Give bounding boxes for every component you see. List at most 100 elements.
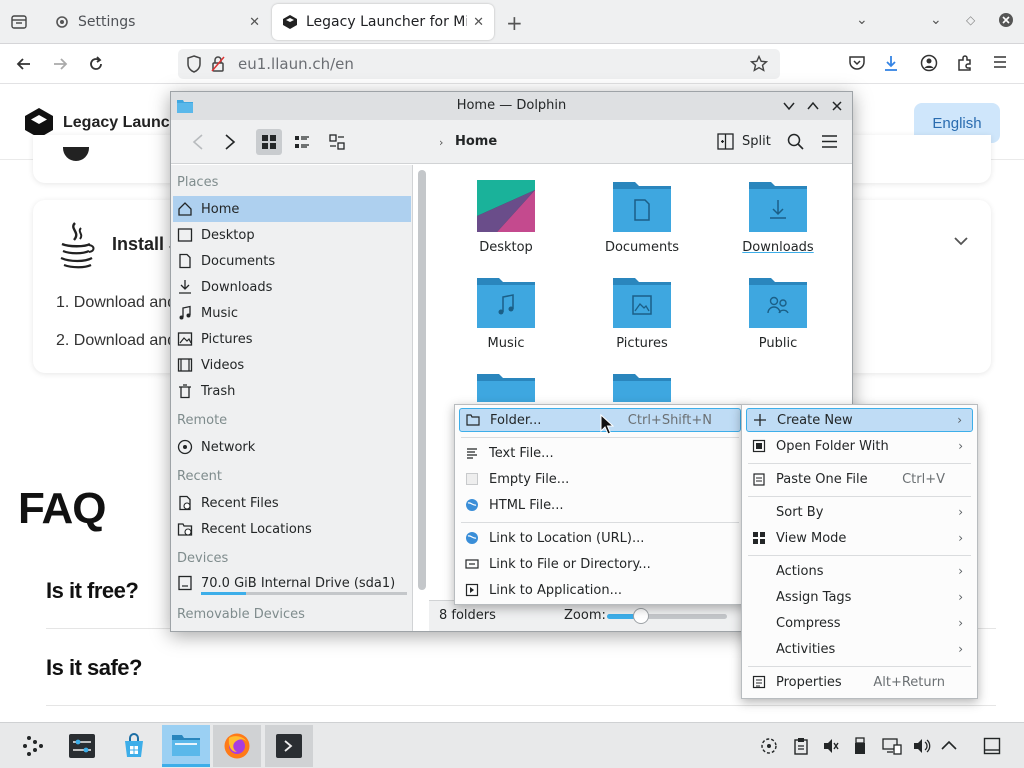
volume-muted-tray-icon[interactable]: [822, 737, 840, 755]
tray-expand-chevron-icon[interactable]: [940, 737, 958, 755]
display-tray-icon[interactable]: [882, 737, 902, 755]
menu-item-paste-one-file[interactable]: Paste One File Ctrl+V: [746, 467, 973, 491]
places-item-recent-locations[interactable]: Recent Locations: [173, 516, 411, 542]
view-mode-icon: [752, 531, 766, 545]
menu-item-link-app[interactable]: Link to Application...: [459, 578, 741, 602]
insecure-lock-icon[interactable]: [210, 55, 226, 73]
menu-item-assign-tags[interactable]: Assign Tags ›: [746, 585, 973, 609]
url-bar[interactable]: eu1.llaun.ch/en: [178, 49, 780, 79]
places-item-network[interactable]: Network: [173, 434, 411, 460]
tab-settings[interactable]: Settings ✕: [44, 4, 270, 40]
network-tray-icon[interactable]: [760, 737, 778, 755]
split-button-label[interactable]: Split: [742, 134, 771, 149]
places-item-music[interactable]: Music: [173, 300, 411, 326]
places-item-downloads[interactable]: Downloads: [173, 274, 411, 300]
file-item-videos[interactable]: [582, 372, 702, 402]
places-item-desktop[interactable]: Desktop: [173, 222, 411, 248]
reload-icon[interactable]: [86, 54, 106, 74]
menu-item-view-mode[interactable]: View Mode ›: [746, 526, 973, 550]
menu-item-properties[interactable]: Properties Alt+Return: [746, 670, 973, 694]
split-view-icon[interactable]: [717, 133, 734, 150]
chevron-down-icon[interactable]: [953, 236, 969, 246]
downloads-icon[interactable]: [882, 54, 900, 72]
forward-arrow-icon[interactable]: [50, 54, 70, 74]
tab-legacy-launcher[interactable]: Legacy Launcher for Minecraft ✕: [272, 4, 494, 40]
places-scrollbar[interactable]: [418, 170, 426, 590]
menu-item-empty-file[interactable]: Empty File...: [459, 467, 741, 491]
compact-view-button[interactable]: [289, 129, 315, 155]
url-text: eu1.llaun.ch/en: [238, 55, 354, 73]
show-desktop-icon[interactable]: [983, 737, 1001, 755]
konsole-taskbar-button[interactable]: [265, 725, 313, 767]
new-tab-button[interactable]: +: [506, 11, 523, 35]
bookmark-star-icon[interactable]: [750, 55, 768, 73]
file-item-templates[interactable]: [446, 372, 566, 402]
audio-tray-icon[interactable]: [912, 737, 932, 755]
menu-item-html-file[interactable]: HTML File...: [459, 493, 741, 517]
forward-button[interactable]: [217, 129, 243, 155]
clipboard-tray-icon[interactable]: [793, 737, 809, 755]
file-item-desktop[interactable]: Desktop: [446, 180, 566, 255]
menu-item-create-new[interactable]: Create New ›: [746, 408, 973, 432]
firefox-taskbar-button[interactable]: [213, 725, 261, 767]
tab-overflow-chevron-icon[interactable]: ⌄: [856, 12, 868, 28]
places-item-videos[interactable]: Videos: [173, 352, 411, 378]
zoom-slider-handle[interactable]: [633, 608, 649, 624]
system-settings-taskbar-icon[interactable]: [58, 725, 106, 767]
discover-store-icon[interactable]: [110, 725, 158, 767]
extensions-icon[interactable]: [956, 54, 974, 72]
pocket-icon[interactable]: [848, 54, 866, 72]
places-item-home[interactable]: Home: [173, 196, 411, 222]
menu-separator: [748, 666, 971, 667]
menu-item-label: Paste One File: [776, 471, 868, 487]
menu-item-label: Activities: [776, 641, 836, 657]
menu-item-link-url[interactable]: Link to Location (URL)...: [459, 526, 741, 550]
places-panel: Places Home Desktop Documents Downloads …: [171, 165, 413, 631]
text-file-icon: [465, 446, 479, 460]
file-item-pictures[interactable]: Pictures: [582, 276, 702, 351]
menu-item-actions[interactable]: Actions ›: [746, 559, 973, 583]
file-item-downloads[interactable]: Downloads: [718, 180, 838, 255]
zoom-slider[interactable]: [607, 608, 727, 624]
close-tab-icon[interactable]: ✕: [249, 15, 260, 30]
menu-item-link-file[interactable]: Link to File or Directory...: [459, 552, 741, 576]
menu-item-sort-by[interactable]: Sort By ›: [746, 500, 973, 524]
faq-question-2[interactable]: Is it safe?: [46, 655, 142, 681]
app-launcher-icon[interactable]: [10, 725, 58, 767]
search-icon[interactable]: [787, 133, 804, 150]
hamburger-menu-icon[interactable]: [992, 54, 1008, 70]
faq-question-1[interactable]: Is it free?: [46, 578, 139, 604]
music-icon: [177, 305, 193, 321]
file-item-public[interactable]: Public: [718, 276, 838, 351]
menu-item-activities[interactable]: Activities ›: [746, 637, 973, 661]
file-item-music[interactable]: Music: [446, 276, 566, 351]
dolphin-taskbar-button[interactable]: [162, 725, 210, 767]
maximize-chevron-icon[interactable]: [806, 99, 820, 113]
back-arrow-icon[interactable]: [14, 54, 34, 74]
tracking-shield-icon[interactable]: [186, 55, 202, 73]
usb-device-tray-icon[interactable]: [852, 737, 868, 755]
menu-item-text-file[interactable]: Text File...: [459, 441, 741, 465]
tab-list-icon[interactable]: [10, 13, 28, 31]
hamburger-menu-icon[interactable]: [821, 134, 838, 149]
file-item-documents[interactable]: Documents: [582, 180, 702, 255]
minimize-window-icon[interactable]: ⌄: [930, 12, 942, 28]
places-item-trash[interactable]: Trash: [173, 378, 411, 404]
dolphin-titlebar[interactable]: Home — Dolphin: [171, 92, 852, 120]
minimize-chevron-icon[interactable]: [782, 99, 796, 113]
icons-view-button[interactable]: [256, 129, 282, 155]
details-view-button[interactable]: [324, 129, 350, 155]
account-icon[interactable]: [920, 54, 938, 72]
places-item-pictures[interactable]: Pictures: [173, 326, 411, 352]
places-item-documents[interactable]: Documents: [173, 248, 411, 274]
close-tab-icon[interactable]: ✕: [473, 15, 484, 30]
close-icon[interactable]: [830, 99, 844, 113]
back-button[interactable]: [185, 129, 211, 155]
places-item-recent-files[interactable]: Recent Files: [173, 490, 411, 516]
menu-item-label: Sort By: [776, 504, 824, 520]
breadcrumb-home[interactable]: Home: [455, 134, 497, 149]
menu-item-open-folder-with[interactable]: Open Folder With ›: [746, 434, 973, 458]
menu-item-compress[interactable]: Compress ›: [746, 611, 973, 635]
restore-window-icon[interactable]: ◇: [966, 13, 975, 27]
close-window-icon[interactable]: [998, 12, 1014, 28]
